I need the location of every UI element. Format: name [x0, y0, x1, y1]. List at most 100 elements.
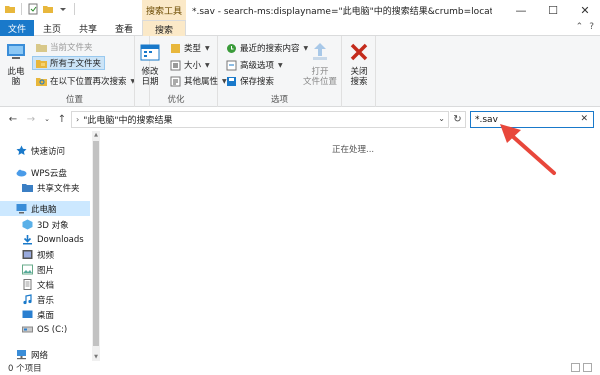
current-folder-label: 当前文件夹 [50, 43, 93, 53]
this-pc-label-line1: 此电 [7, 67, 25, 77]
save-search-button[interactable]: 保存搜索 [223, 74, 277, 88]
help-icon[interactable]: ? [589, 22, 594, 32]
refine-group-label: 优化 [167, 95, 185, 105]
tab-view[interactable]: 查看 [108, 20, 140, 36]
breadcrumb[interactable]: "此电脑"中的搜索结果 [83, 113, 172, 126]
properties-icon[interactable] [27, 3, 39, 15]
customize-toolbar-icon[interactable] [57, 3, 69, 15]
nav-item-label: 图片 [37, 265, 55, 276]
advanced-options-label: 高级选项 [240, 61, 275, 71]
folder-icon [36, 43, 47, 52]
computer-icon [16, 204, 27, 214]
clear-search-icon[interactable]: ✕ [580, 114, 588, 124]
kind-button[interactable]: 类型 ▼ [167, 41, 213, 55]
details-view-icon[interactable] [571, 363, 580, 372]
search-again-in-label: 在以下位置再次搜索 [50, 77, 127, 87]
open-file-location-button[interactable]: 打开 文件位置 [302, 40, 338, 87]
options-group-label: 选项 [270, 95, 288, 105]
nav-item-label: 快速访问 [31, 146, 66, 157]
toolbar-divider [21, 3, 22, 15]
open-location-label-line1: 打开 [311, 67, 329, 77]
close-search-button[interactable]: 关闭 搜索 [345, 40, 373, 87]
recent-locations-chevron-icon[interactable]: ⌄ [40, 112, 54, 126]
advanced-options-icon [226, 60, 237, 70]
navigation-pane: 快速访问 WPS云盘 共享文件夹 此电脑 3D 对象 Downloads 视频 … [0, 131, 102, 361]
document-icon [23, 279, 32, 290]
chevron-down-icon: ▼ [278, 61, 283, 69]
save-icon [227, 76, 236, 86]
nav-item-label: 音乐 [37, 295, 55, 306]
size-label: 大小 [184, 61, 202, 71]
3d-objects-icon [22, 219, 33, 230]
size-button[interactable]: 大小 ▼ [167, 58, 213, 72]
close-window-button[interactable]: ✕ [570, 0, 600, 20]
open-location-label-line2: 文件位置 [302, 77, 337, 87]
cloud-icon [16, 169, 27, 177]
network-icon [17, 350, 26, 360]
ribbon-tab-row: 文件 主页 共享 查看 搜索 ⌃ ? [0, 20, 600, 37]
collapse-ribbon-icon[interactable]: ⌃ [576, 22, 584, 32]
folder-icon [4, 3, 16, 15]
tab-share[interactable]: 共享 [72, 20, 104, 36]
nav-item-label: 视频 [37, 250, 55, 261]
status-bar: 0 个项目 [0, 361, 600, 375]
scrollbar-thumb[interactable] [93, 141, 99, 346]
view-switcher [571, 363, 592, 372]
this-pc-label-line2: 脑 [11, 77, 21, 87]
forward-arrow-icon[interactable]: → [24, 112, 38, 126]
star-icon [16, 145, 27, 155]
recent-searches-button[interactable]: 最近的搜索内容 ▼ [223, 41, 311, 55]
download-icon [23, 235, 32, 245]
quick-access-toolbar [4, 3, 77, 15]
refresh-icon[interactable]: ↻ [450, 111, 466, 128]
kind-icon [171, 43, 180, 53]
nav-item-label: OS (C:) [37, 324, 68, 335]
close-icon [350, 43, 368, 61]
shared-folder-icon [22, 184, 33, 192]
date-modified-label-line1: 修改 [141, 67, 159, 77]
tab-file[interactable]: 文件 [0, 20, 34, 36]
advanced-options-button[interactable]: 高级选项 ▼ [223, 58, 286, 72]
search-folder-icon [36, 77, 47, 86]
picture-icon [22, 264, 33, 275]
this-pc-button[interactable]: 此电 脑 [4, 40, 28, 87]
window-title: *.sav - search-ms:displayname="此电脑"中的搜索结… [192, 7, 492, 17]
nav-item-label: WPS云盘 [31, 168, 67, 179]
size-icon [170, 60, 181, 70]
minimize-button[interactable]: — [506, 0, 536, 20]
music-icon [23, 294, 32, 305]
computer-icon [7, 44, 25, 59]
chevron-down-icon: ▼ [205, 44, 210, 52]
scroll-down-icon[interactable]: ▼ [92, 353, 100, 361]
nav-item-label: 网络 [31, 350, 49, 361]
up-arrow-icon[interactable]: ↑ [55, 112, 69, 126]
new-folder-icon[interactable] [42, 3, 54, 15]
nav-item-this-pc[interactable]: 此电脑 [0, 201, 90, 216]
ribbon-right-controls: ⌃ ? [576, 22, 594, 32]
search-tools-context-label: 搜索工具 [142, 0, 186, 20]
address-dropdown-icon[interactable]: ⌄ [438, 114, 445, 123]
all-subfolders-label: 所有子文件夹 [50, 59, 102, 69]
tab-home[interactable]: 主页 [36, 20, 68, 36]
search-again-in-button[interactable]: 在以下位置再次搜索 ▼ [33, 74, 138, 88]
video-icon [22, 250, 33, 259]
nav-pane-scrollbar[interactable]: ▲ ▼ [92, 131, 100, 361]
scroll-up-icon[interactable]: ▲ [92, 131, 100, 139]
close-search-label-line1: 关闭 [350, 67, 368, 77]
other-properties-label: 其他属性 [184, 77, 219, 87]
current-folder-button[interactable]: 当前文件夹 [33, 40, 96, 54]
all-subfolders-button[interactable]: 所有子文件夹 [32, 56, 106, 70]
close-search-label-line2: 搜索 [350, 77, 368, 87]
breadcrumb-chevron-icon[interactable]: › [76, 115, 79, 124]
recent-searches-label: 最近的搜索内容 [240, 44, 300, 54]
kind-label: 类型 [184, 44, 202, 54]
large-icons-view-icon[interactable] [583, 363, 592, 372]
tab-search[interactable]: 搜索 [142, 20, 186, 37]
date-modified-button[interactable]: 修改 日期 [138, 40, 162, 87]
open-location-icon [313, 43, 327, 60]
recent-searches-icon [227, 43, 236, 53]
back-arrow-icon[interactable]: ← [6, 112, 20, 126]
properties-icon [170, 76, 181, 86]
address-bar[interactable]: › "此电脑"中的搜索结果 ⌄ [71, 111, 449, 128]
maximize-button[interactable]: ☐ [538, 0, 568, 20]
